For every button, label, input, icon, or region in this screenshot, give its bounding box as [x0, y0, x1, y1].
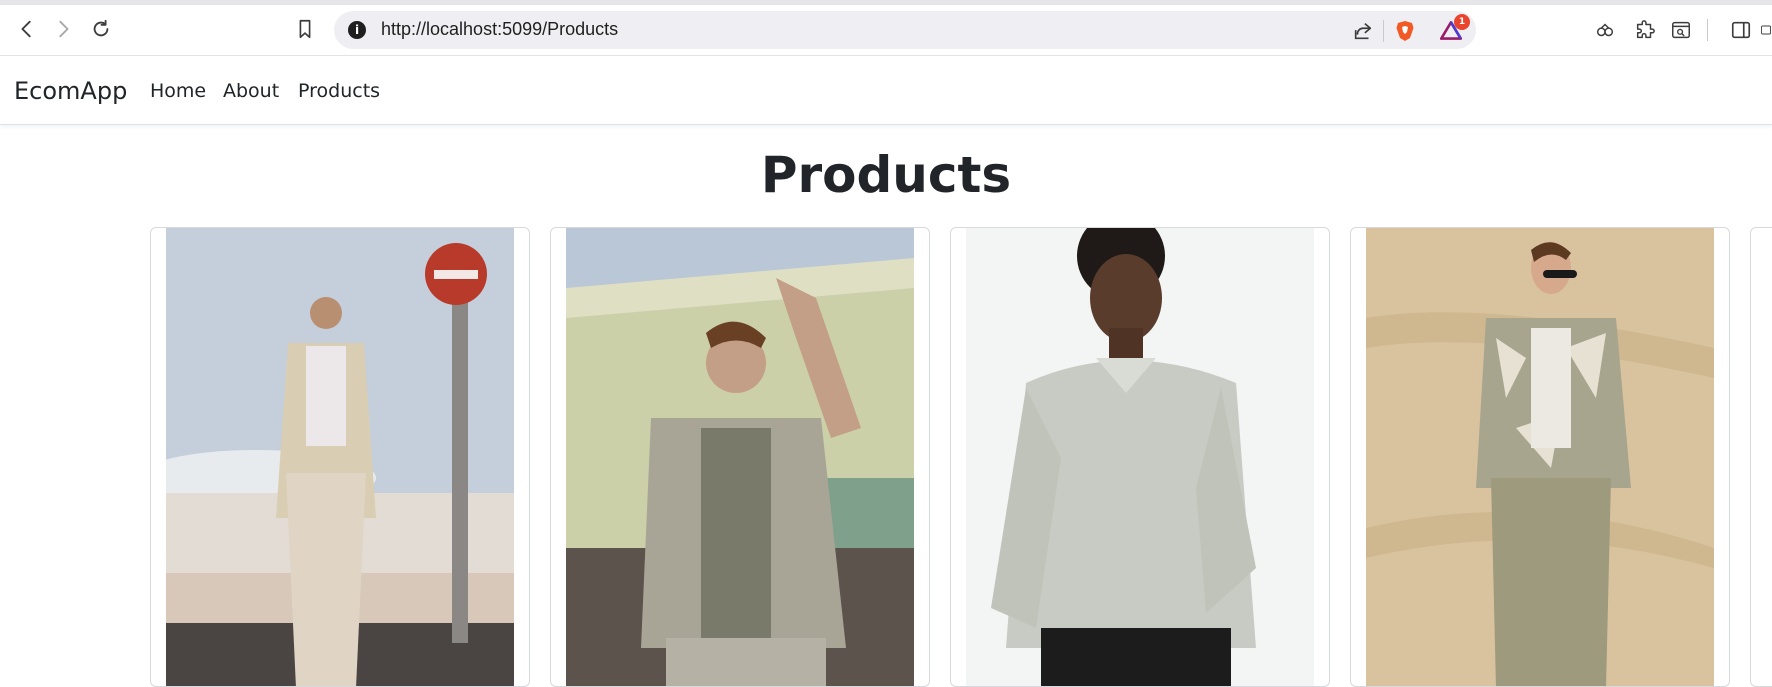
nav-link-about[interactable]: About — [223, 80, 279, 102]
address-bar[interactable]: i http://localhost:5099/Products — [334, 11, 1476, 49]
forward-icon[interactable] — [48, 14, 78, 44]
nav-link-home[interactable]: Home — [150, 80, 206, 102]
split-view-icon[interactable] — [1760, 17, 1772, 43]
share-icon[interactable] — [1350, 18, 1376, 44]
product-card[interactable] — [150, 227, 530, 687]
extensions-icon[interactable] — [1632, 17, 1658, 43]
page-title: Products — [760, 146, 1012, 204]
brand-link[interactable]: EcomApp — [14, 77, 127, 105]
nav-link-products[interactable]: Products — [298, 80, 380, 102]
tab-strip-edge — [0, 0, 1772, 5]
product-image[interactable] — [1366, 228, 1714, 686]
bookmark-icon[interactable] — [290, 14, 320, 44]
site-info-icon[interactable]: i — [348, 21, 366, 39]
url-text[interactable]: http://localhost:5099/Products — [381, 19, 618, 40]
site-navbar: EcomApp Home About Products — [0, 57, 1772, 125]
reload-icon[interactable] — [86, 14, 116, 44]
browser-toolbar: i http://localhost:5099/Products 1 — [0, 0, 1772, 56]
product-image[interactable] — [166, 228, 514, 686]
product-card[interactable] — [1750, 227, 1772, 687]
address-bar-divider — [1383, 20, 1384, 42]
product-card[interactable] — [950, 227, 1330, 687]
product-image[interactable] — [566, 228, 914, 686]
product-image[interactable] — [966, 228, 1314, 686]
back-icon[interactable] — [12, 14, 42, 44]
toolbar-divider — [1707, 19, 1708, 41]
product-card[interactable] — [550, 227, 930, 687]
brave-shields-icon[interactable] — [1392, 18, 1418, 44]
sidebar-icon[interactable] — [1728, 17, 1754, 43]
product-card[interactable] — [1350, 227, 1730, 687]
leo-ai-icon[interactable] — [1592, 17, 1618, 43]
notification-badge: 1 — [1454, 14, 1470, 30]
tab-search-icon[interactable] — [1668, 17, 1694, 43]
